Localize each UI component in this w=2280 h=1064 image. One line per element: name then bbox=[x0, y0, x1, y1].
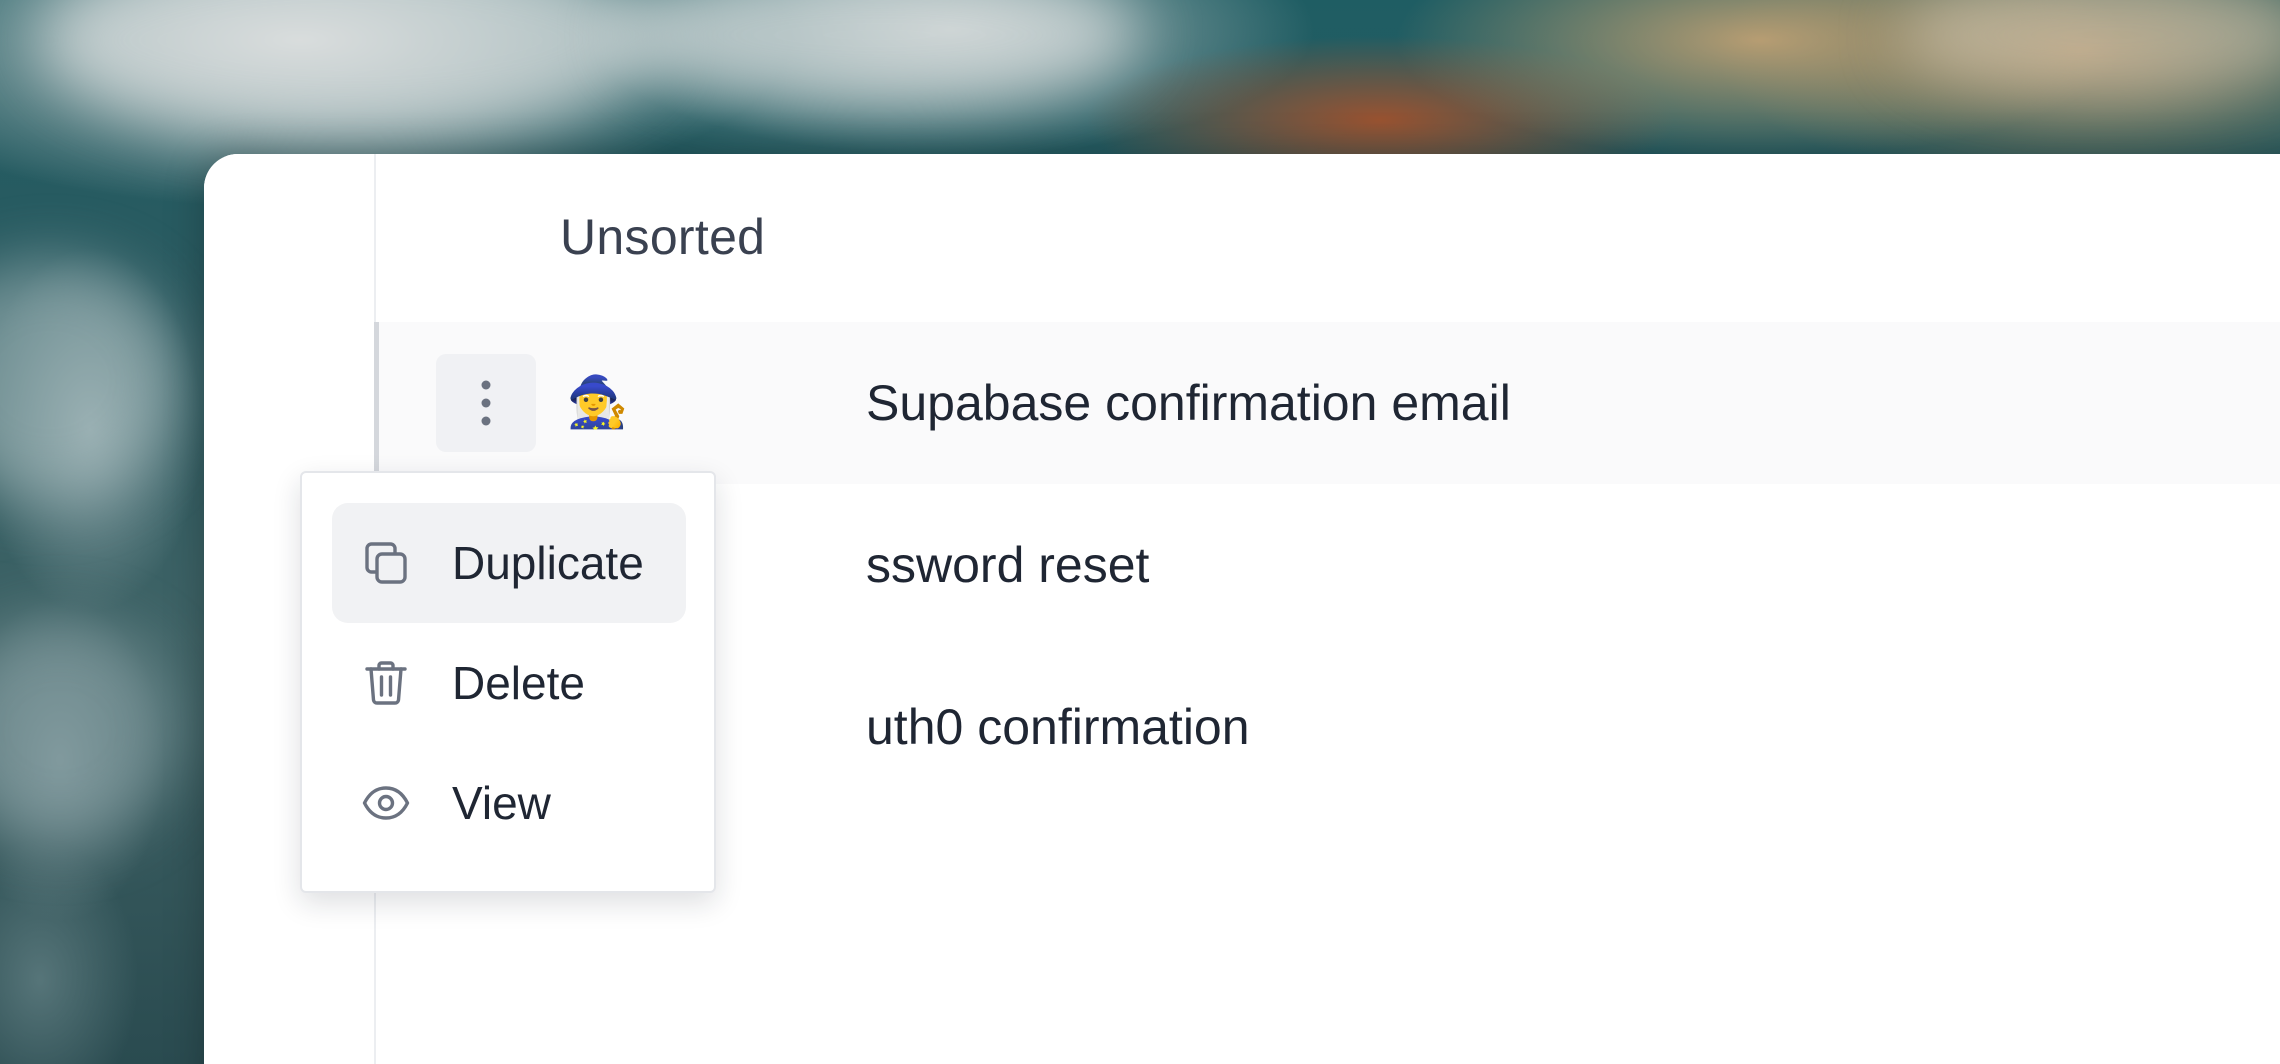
eye-icon bbox=[362, 786, 410, 820]
template-title: Supabase confirmation email bbox=[866, 375, 1511, 431]
menu-item-label: Duplicate bbox=[452, 537, 644, 589]
menu-item-view[interactable]: View bbox=[332, 743, 686, 863]
section-title: Unsorted bbox=[560, 209, 766, 265]
trash-icon bbox=[365, 661, 407, 705]
context-menu: Duplicate Delete View bbox=[300, 471, 716, 893]
more-actions-button[interactable] bbox=[436, 354, 536, 452]
menu-item-label: Delete bbox=[452, 657, 585, 709]
template-title: uth0 confirmation bbox=[866, 699, 1250, 755]
duplicate-icon bbox=[365, 542, 407, 584]
template-title: ssword reset bbox=[866, 537, 1150, 593]
kebab-vertical-icon bbox=[481, 380, 491, 426]
list-item[interactable]: 🧙‍♀️ Supabase confirmation email bbox=[374, 322, 2280, 484]
menu-item-duplicate[interactable]: Duplicate bbox=[332, 503, 686, 623]
menu-item-label: View bbox=[452, 777, 551, 829]
menu-item-delete[interactable]: Delete bbox=[332, 623, 686, 743]
template-emoji: 🧙‍♀️ bbox=[566, 374, 629, 430]
